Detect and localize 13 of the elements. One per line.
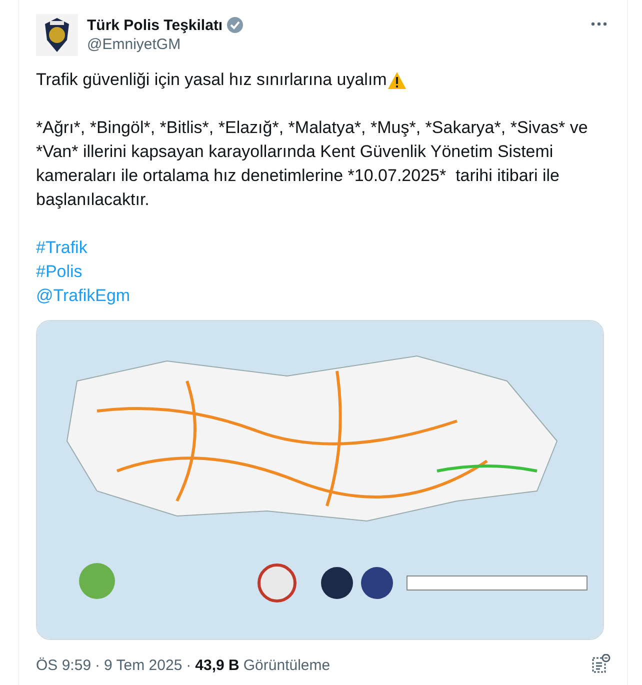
separator-dot: · (186, 657, 192, 674)
post-time[interactable]: ÖS 9:59 (36, 657, 92, 674)
tweet-text: *Ağrı*, *Bingöl*, *Bitlis*, *Elazığ*, *Malatya*, *Muş*, *Sakarya*, *Sivas* ve *Van* illerini kapsayan karayollarında Kent Güvenlik Yönetim Sistemi kameraları ile ortalama hız denetimlerine *10.07.2025* tarihi itibari ile başlanılacaktır. (36, 117, 589, 211)
tweet-text: Trafik güvenliği için yasal hız sınırlarına uyalım (36, 69, 387, 91)
avatar-icon[interactable] (36, 14, 78, 56)
view-count: 43,9 B (195, 657, 240, 674)
author-name[interactable]: Türk Polis Teşkilatı (87, 16, 223, 34)
post-date[interactable]: 9 Tem 2025 (104, 657, 182, 674)
separator-dot: · (95, 657, 100, 674)
views-label: Görüntüleme (243, 657, 330, 674)
warning-icon (386, 70, 407, 90)
author-handle[interactable]: @EmniyetGM (87, 36, 578, 53)
more-options-icon[interactable] (591, 22, 607, 26)
